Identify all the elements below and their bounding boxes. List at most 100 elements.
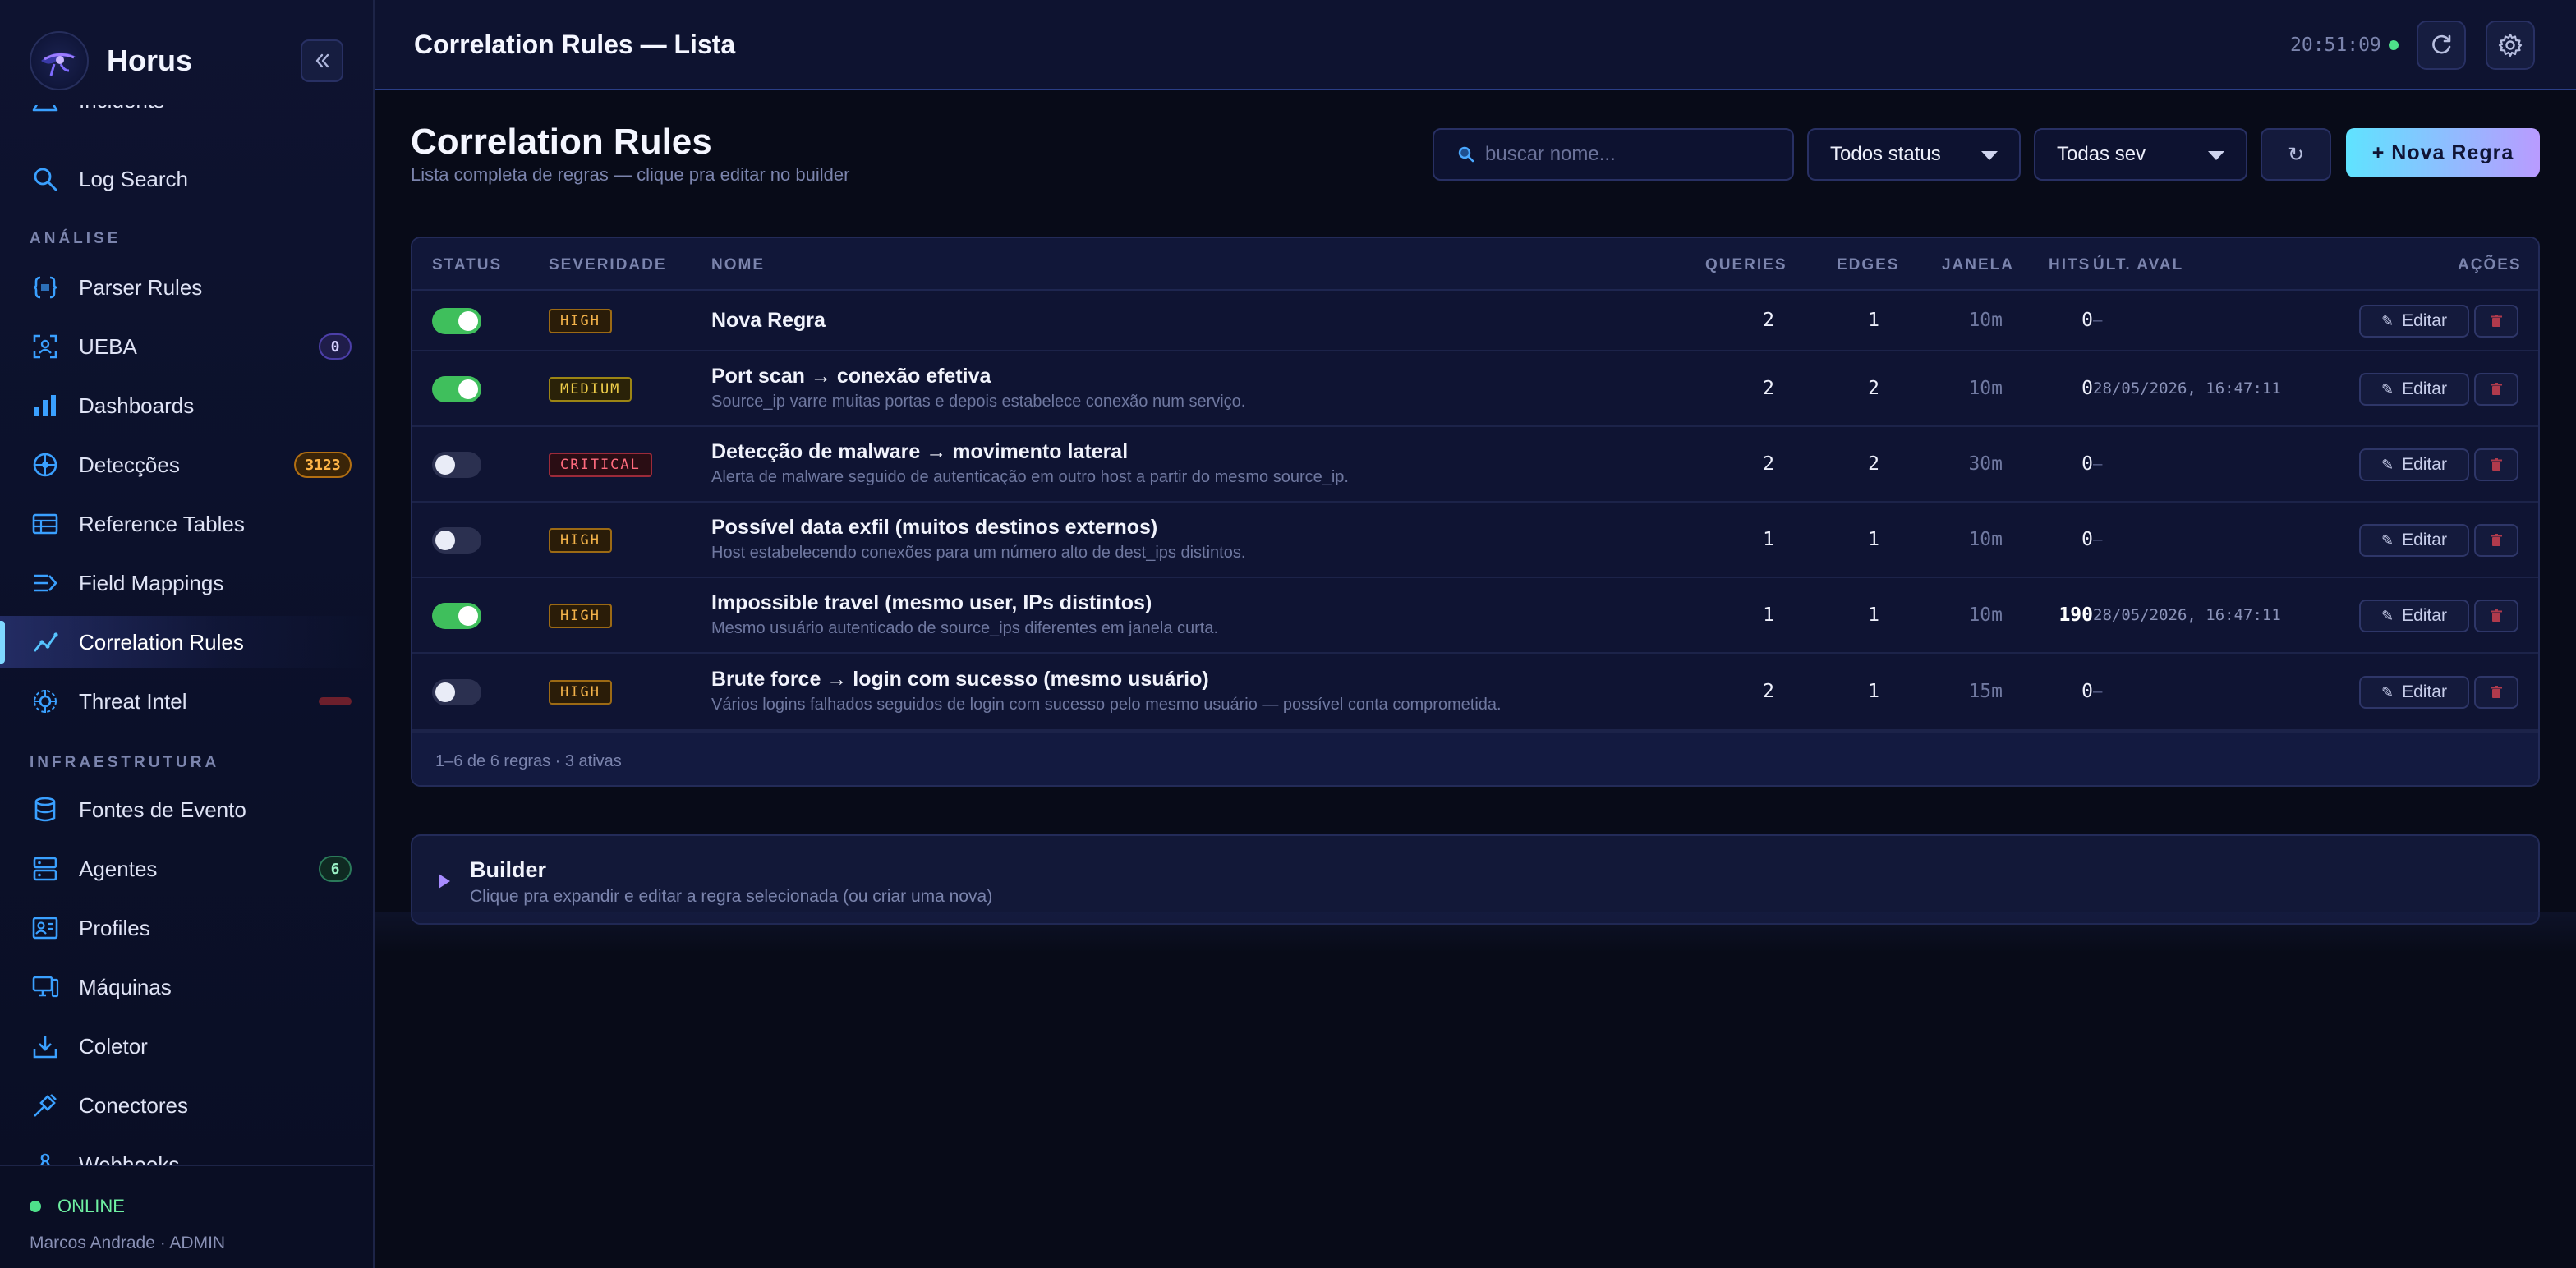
rule-name[interactable]: Brute force → login com sucesso (mesmo u… — [711, 668, 1209, 691]
sidebar-item-ueba[interactable]: UEBA 0 — [0, 320, 373, 373]
search-input[interactable] — [1485, 143, 1781, 166]
live-status-dot-icon — [2389, 40, 2399, 50]
id-card-icon — [30, 912, 61, 944]
delete-rule-button[interactable] — [2474, 448, 2518, 481]
sidebar-item-maquinas[interactable]: Máquinas — [0, 961, 373, 1013]
sidebar-item-label: Webhooks — [79, 1151, 180, 1165]
table-row[interactable]: HIGH Brute force → login com sucesso (mes… — [412, 654, 2538, 731]
table-row[interactable]: HIGH Impossible travel (mesmo user, IPs d… — [412, 578, 2538, 654]
edit-label: Editar — [2402, 311, 2447, 330]
sidebar-item-field-mappings[interactable]: Field Mappings — [0, 557, 373, 609]
delete-rule-button[interactable] — [2474, 305, 2518, 338]
rule-edges: 2 — [1868, 378, 1879, 399]
sidebar-item-dashboards[interactable]: Dashboards — [0, 379, 373, 432]
rule-enabled-toggle[interactable] — [432, 308, 481, 334]
sidebar-item-log-search[interactable]: Log Search — [0, 153, 373, 205]
severity-badge: MEDIUM — [549, 377, 632, 402]
sidebar-item-agentes[interactable]: Agentes 6 — [0, 843, 373, 895]
sidebar-item-label: Dashboards — [79, 393, 195, 418]
edit-rule-button[interactable]: ✎ Editar — [2359, 524, 2469, 557]
trash-icon — [2491, 686, 2502, 698]
edit-rule-button[interactable]: ✎ Editar — [2359, 448, 2469, 481]
braces-icon — [30, 272, 61, 303]
sidebar-item-deteccoes[interactable]: Detecções 3123 — [0, 439, 373, 491]
sidebar-item-incidents[interactable]: Incidents — [0, 105, 373, 126]
rule-name[interactable]: Possível data exfil (muitos destinos ext… — [711, 516, 1157, 540]
deteccoes-count-badge: 3123 — [294, 452, 352, 478]
brand[interactable]: Horus — [30, 31, 192, 90]
toggle-knob — [435, 455, 455, 475]
delete-rule-button[interactable] — [2474, 600, 2518, 632]
table-row[interactable]: HIGH Nova Regra 2 1 10m 0— ✎ Editar — [412, 291, 2538, 351]
table-row[interactable]: MEDIUM Port scan → conexão efetiva Source_… — [412, 351, 2538, 427]
rule-last-eval: 28/05/2026, 16:47:11 — [2093, 606, 2281, 624]
search-box[interactable] — [1433, 128, 1794, 181]
rule-name[interactable]: Port scan → conexão efetiva — [711, 365, 991, 388]
page-title: Correlation Rules — [411, 122, 712, 162]
sidebar-item-fontes-de-evento[interactable]: Fontes de Evento — [0, 783, 373, 836]
sidebar-item-correlation-rules[interactable]: Correlation Rules — [0, 616, 373, 668]
sidebar-item-threat-intel[interactable]: Threat Intel — [0, 675, 373, 728]
col-hits[interactable]: HITS — [2049, 256, 2091, 274]
status-filter-select[interactable]: Todos status — [1807, 128, 2021, 181]
rule-enabled-toggle[interactable] — [432, 452, 481, 478]
rule-last-eval: 28/05/2026, 16:47:11 — [2093, 379, 2281, 397]
rule-last-eval: — — [2093, 531, 2103, 549]
warning-icon — [30, 105, 61, 116]
sidebar-item-reference-tables[interactable]: Reference Tables — [0, 498, 373, 550]
col-name[interactable]: NOME — [711, 256, 765, 274]
toggle-knob — [435, 682, 455, 702]
rule-enabled-toggle[interactable] — [432, 679, 481, 705]
table-row[interactable]: CRITICAL Detecção de malware → movimento … — [412, 427, 2538, 503]
sidebar-item-conectores[interactable]: Conectores — [0, 1079, 373, 1132]
table-row[interactable]: HIGH Possível data exfil (muitos destinos… — [412, 503, 2538, 578]
delete-rule-button[interactable] — [2474, 676, 2518, 709]
rule-enabled-toggle[interactable] — [432, 603, 481, 629]
sidebar-item-parser-rules[interactable]: Parser Rules — [0, 261, 373, 314]
col-queries[interactable]: QUERIES — [1705, 256, 1787, 274]
sidebar-item-coletor[interactable]: Coletor — [0, 1020, 373, 1073]
severity-filter-value: Todas sev — [2057, 143, 2146, 165]
col-last-eval[interactable]: ÚLT. AVAL — [2093, 256, 2183, 274]
trash-icon — [2491, 609, 2502, 622]
rule-name[interactable]: Detecção de malware → movimento lateral — [711, 440, 1128, 464]
rule-edges: 1 — [1868, 681, 1879, 702]
severity-filter-select[interactable]: Todas sev — [2034, 128, 2247, 181]
edit-rule-button[interactable]: ✎ Editar — [2359, 676, 2469, 709]
rules-table: STATUS SEVERIDADE NOME QUERIES EDGES JAN… — [411, 237, 2540, 787]
pencil-icon: ✎ — [2381, 683, 2394, 701]
table-header: STATUS SEVERIDADE NOME QUERIES EDGES JAN… — [412, 238, 2538, 291]
col-severity[interactable]: SEVERIDADE — [549, 256, 667, 274]
toggle-knob — [435, 531, 455, 550]
topbar-title: Correlation Rules — Lista — [414, 30, 736, 59]
refresh-list-button[interactable]: ↻ — [2261, 128, 2331, 181]
builder-subtitle: Clique pra expandir e editar a regra sel… — [470, 887, 993, 906]
current-user: Marcos Andrade · ADMIN — [30, 1234, 226, 1252]
reload-button[interactable] — [2417, 21, 2466, 70]
delete-rule-button[interactable] — [2474, 373, 2518, 406]
rule-name[interactable]: Impossible travel (mesmo user, IPs disti… — [711, 591, 1152, 615]
edit-rule-button[interactable]: ✎ Editar — [2359, 373, 2469, 406]
col-edges[interactable]: EDGES — [1837, 256, 1900, 274]
rule-name[interactable]: Nova Regra — [711, 309, 826, 333]
delete-rule-button[interactable] — [2474, 524, 2518, 557]
severity-badge: HIGH — [549, 680, 612, 705]
rule-enabled-toggle[interactable] — [432, 376, 481, 402]
collapse-sidebar-button[interactable] — [301, 39, 343, 82]
edit-rule-button[interactable]: ✎ Editar — [2359, 305, 2469, 338]
sidebar-item-profiles[interactable]: Profiles — [0, 902, 373, 954]
pencil-icon: ✎ — [2381, 607, 2394, 624]
sidebar-item-webhooks[interactable]: Webhooks — [0, 1138, 373, 1165]
col-status[interactable]: STATUS — [432, 256, 502, 274]
edit-label: Editar — [2402, 606, 2447, 625]
sidebar-item-label: Correlation Rules — [79, 629, 244, 655]
settings-button[interactable] — [2486, 21, 2535, 70]
edit-rule-button[interactable]: ✎ Editar — [2359, 600, 2469, 632]
col-window[interactable]: JANELA — [1942, 256, 2014, 274]
status-filter-value: Todos status — [1830, 143, 1941, 165]
rule-enabled-toggle[interactable] — [432, 527, 481, 554]
rule-window: 10m — [1968, 529, 2003, 550]
sidebar-item-label: Detecções — [79, 452, 180, 477]
rule-window: 10m — [1968, 604, 2003, 626]
new-rule-button[interactable]: + Nova Regra — [2346, 128, 2540, 177]
